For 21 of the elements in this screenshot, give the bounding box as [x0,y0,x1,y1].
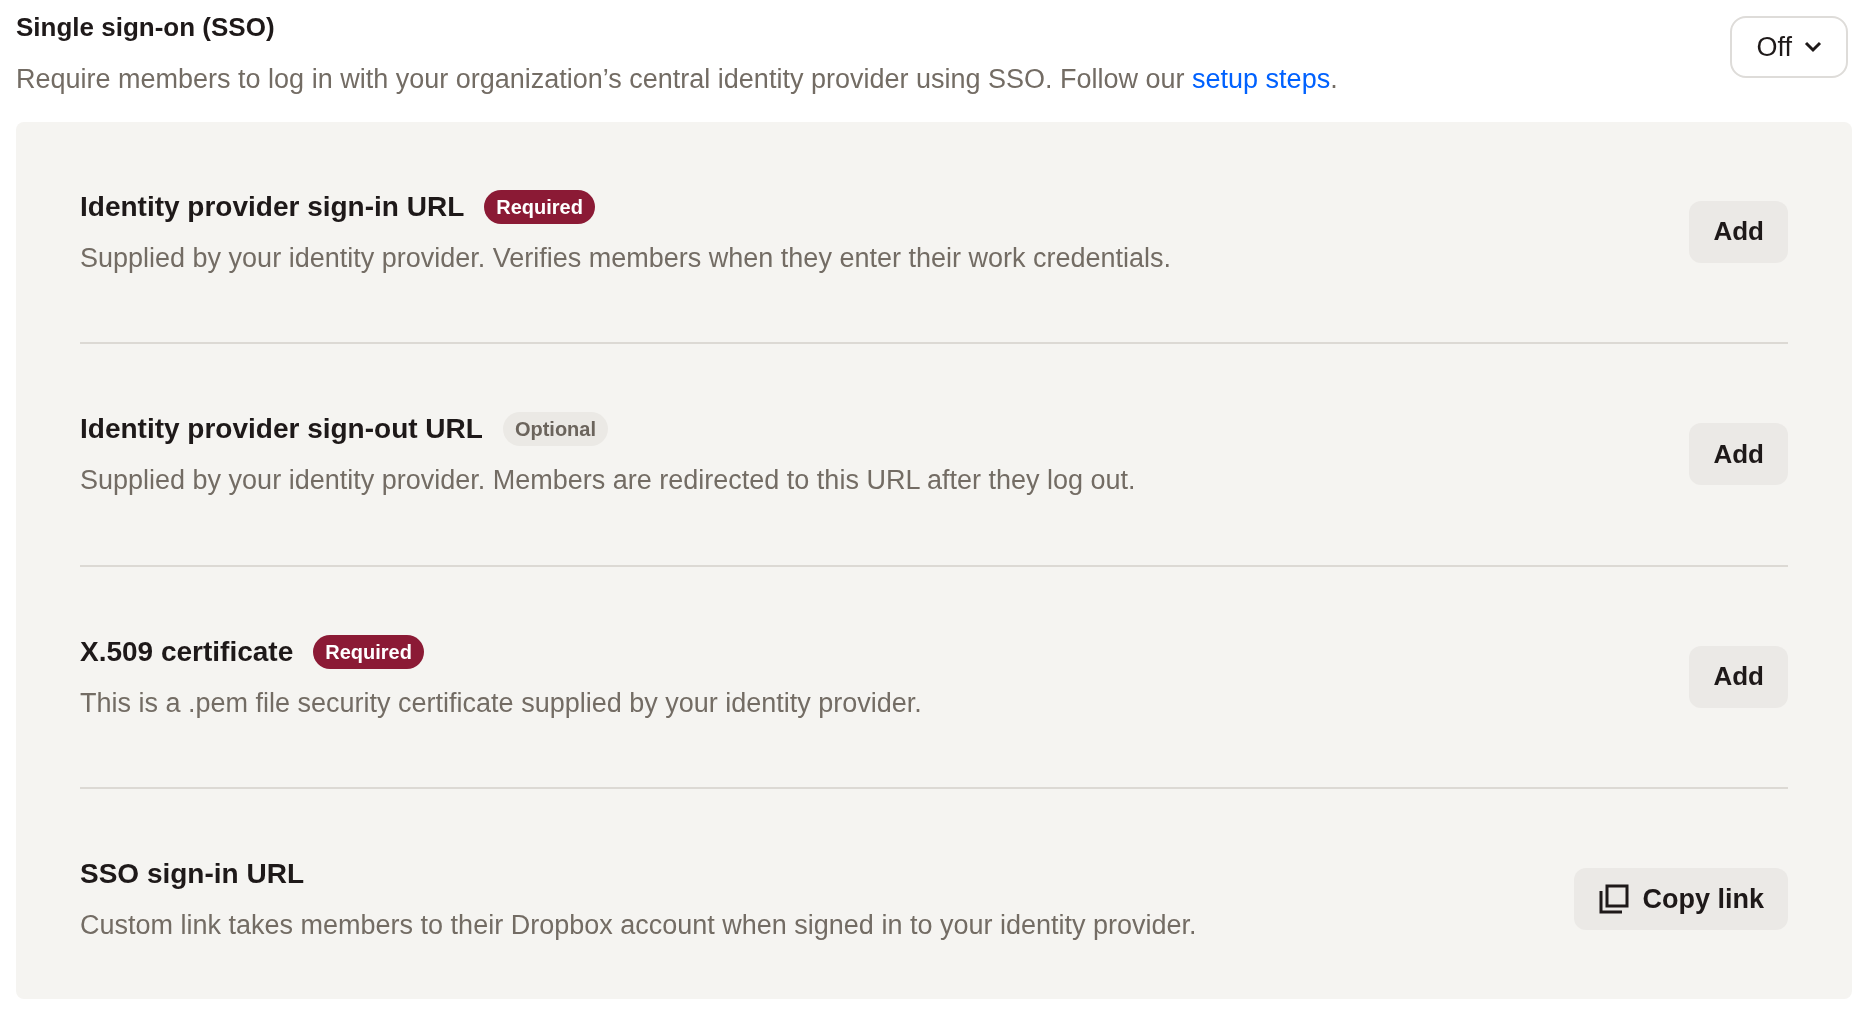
copy-link-button[interactable]: Copy link [1574,868,1788,931]
setting-title: SSO sign-in URL [80,857,304,891]
section-description: Require members to log in with your organization’s central identity provider using SSO. Follow our setup steps. [16,63,1338,96]
setting-title: Identity provider sign-out URL [80,412,483,446]
setting-description: Supplied by your identity provider. Members are redirected to this URL after they log out. [80,464,1136,497]
section-title: Single sign-on (SSO) [16,11,276,44]
setting-description: This is a .pem file security certificate supplied by your identity provider. [80,686,922,720]
add-button[interactable]: Add [1689,423,1788,486]
setup-steps-link[interactable]: setup steps [1192,64,1331,94]
copy-icon [1598,883,1631,916]
add-button[interactable]: Add [1689,200,1788,263]
sso-dropdown[interactable]: Off [1730,16,1848,78]
add-button[interactable]: Add [1689,645,1788,708]
status-badge: Required [313,634,424,669]
chevron-down-icon [1804,41,1822,53]
setting-title: Identity provider sign-in URL [80,189,465,224]
setting-description: Custom link takes members to their Dropbox account when signed in to your identity provider. [80,909,1197,942]
status-badge: Optional [502,412,608,446]
status-badge: Required [484,189,595,224]
setting-description: Supplied by your identity provider. Verifies members when they enter their work credentials. [80,241,1172,275]
setting-title: X.509 certificate [80,634,294,669]
